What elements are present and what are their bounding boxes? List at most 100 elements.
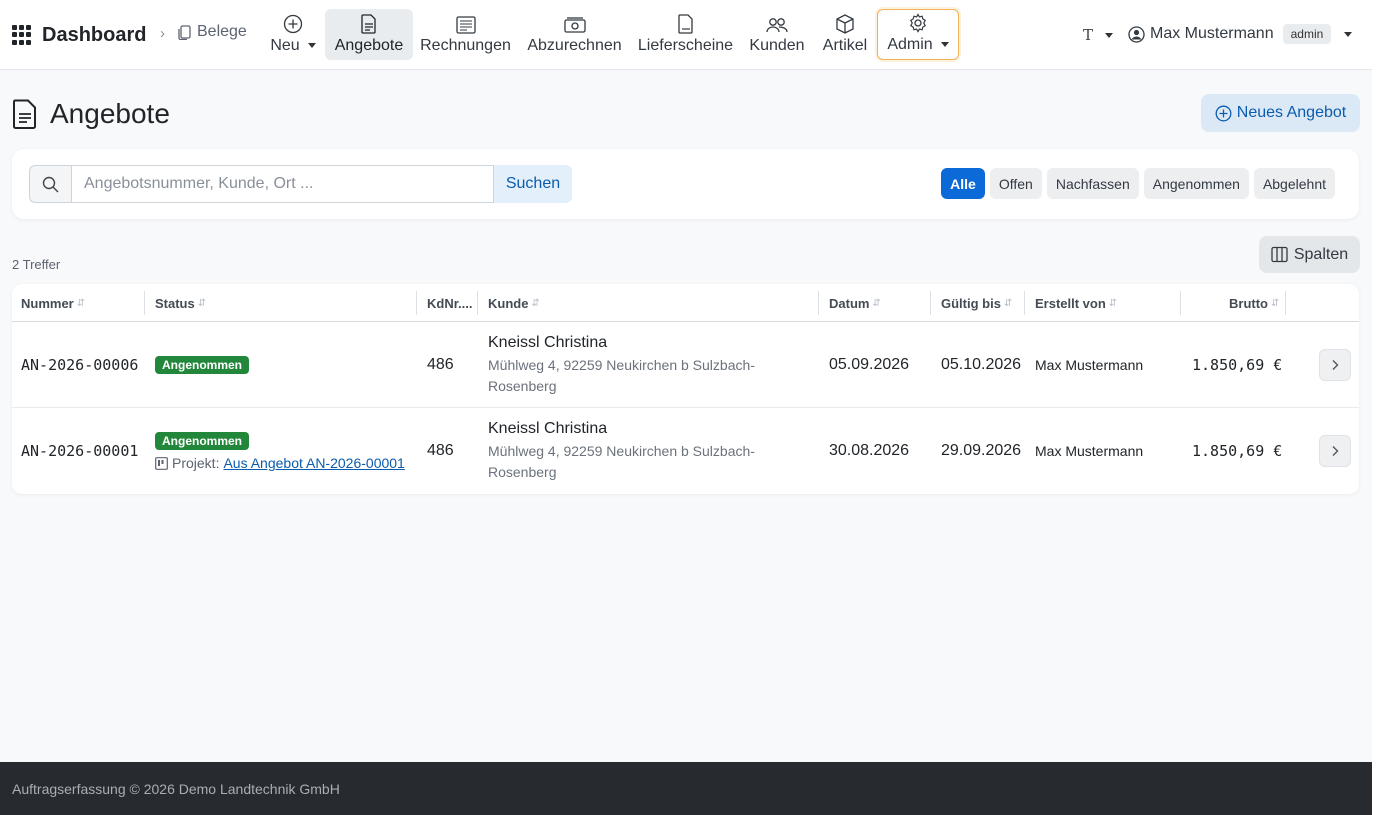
column-resize-handle[interactable] <box>416 291 417 315</box>
cell-nummer[interactable]: AN-2026-00001 <box>21 442 138 460</box>
col-label: Kunde <box>488 295 529 311</box>
column-resize-handle[interactable] <box>1024 291 1025 315</box>
customer-address: Mühlweg 4, 92259 Neukirchen b Sulzbach-R… <box>488 357 755 394</box>
nav-angebote[interactable]: Angebote <box>325 9 413 60</box>
filter-nachfassen[interactable]: Nachfassen <box>1046 168 1139 199</box>
chevron-right-icon: › <box>160 25 165 42</box>
cell-status: Angenommen Projekt: Aus Angebot AN-2026-… <box>155 432 405 471</box>
caret-down-icon <box>940 42 949 48</box>
user-menu-dropdown[interactable]: Max Mustermann admin <box>1128 24 1353 44</box>
col-nummer[interactable]: Nummer ⇵ <box>21 284 85 322</box>
language-label: T <box>1083 26 1094 44</box>
column-resize-handle[interactable] <box>930 291 931 315</box>
col-label: Status <box>155 295 195 311</box>
breadcrumb-label: Belege <box>197 23 247 40</box>
col-datum[interactable]: Datum ⇵ <box>829 284 881 322</box>
customer-name: Kneissl Christina <box>488 420 608 437</box>
columns-button[interactable]: Spalten <box>1259 236 1360 273</box>
customer-name: Kneissl Christina <box>488 334 608 351</box>
chevron-right-icon <box>1332 360 1339 370</box>
nav-angebote-label: Angebote <box>334 37 404 54</box>
nav-new-label: Neu <box>270 37 300 54</box>
user-name: Max Mustermann <box>1150 25 1274 42</box>
caret-down-icon <box>1105 32 1114 38</box>
col-status[interactable]: Status ⇵ <box>155 284 206 322</box>
breadcrumb-belege[interactable]: Belege <box>178 23 247 41</box>
scrollbar-track[interactable] <box>1372 0 1384 815</box>
brand-link[interactable]: Dashboard <box>12 20 146 50</box>
nav-rechnungen[interactable]: Rechnungen <box>416 9 515 60</box>
cell-gueltig: 29.09.2026 <box>941 442 1022 459</box>
cell-datum: 30.08.2026 <box>829 442 910 459</box>
box-icon <box>836 14 854 34</box>
column-resize-handle[interactable] <box>144 291 145 315</box>
document-text-icon <box>13 99 36 129</box>
language-dropdown[interactable]: T <box>1083 26 1114 44</box>
row-open-button[interactable] <box>1319 349 1351 381</box>
cell-erstellt: Max Mustermann <box>1035 443 1144 459</box>
chevron-right-icon <box>1332 446 1339 456</box>
filter-alle[interactable]: Alle <box>941 168 985 199</box>
nav-rechnungen-label: Rechnungen <box>420 37 511 54</box>
hit-count: 2 Treffer <box>12 257 61 272</box>
columns-icon <box>1271 246 1288 263</box>
cell-kdnr: 486 <box>427 356 454 373</box>
cell-datum: 05.09.2026 <box>829 356 910 373</box>
nav-lieferscheine[interactable]: Lieferscheine <box>633 9 738 60</box>
filter-offen[interactable]: Offen <box>989 168 1042 199</box>
project-link-line: Projekt: Aus Angebot AN-2026-00001 <box>155 455 405 471</box>
cell-brutto: 1.850,69 € <box>1192 356 1283 374</box>
table-header: Nummer ⇵ Status ⇵ KdNr.... Kunde ⇵ Datum ⇵ G… <box>12 284 1359 322</box>
col-label: Gültig bis <box>941 295 1001 311</box>
nav-new-dropdown[interactable]: Neu <box>264 9 322 60</box>
kanban-icon <box>155 456 168 470</box>
col-kunde[interactable]: Kunde ⇵ <box>488 284 540 322</box>
people-icon <box>766 18 788 33</box>
column-resize-handle[interactable] <box>1180 291 1181 315</box>
user-circle-icon <box>1128 25 1145 43</box>
offers-table: Nummer ⇵ Status ⇵ KdNr.... Kunde ⇵ Datum ⇵ G… <box>12 284 1359 494</box>
row-open-button[interactable] <box>1319 435 1351 467</box>
sort-icon: ⇵ <box>76 297 86 309</box>
status-badge: Angenommen <box>155 356 250 374</box>
caret-down-icon <box>307 43 316 49</box>
search-button[interactable]: Suchen <box>494 165 572 203</box>
table-row[interactable]: AN-2026-00001 Angenommen Projekt: Aus An… <box>12 408 1359 494</box>
brand-title: Dashboard <box>42 23 147 46</box>
table-row[interactable]: AN-2026-00006 Angenommen 486 Kneissl Chr… <box>12 322 1359 408</box>
nav-admin-dropdown[interactable]: Admin <box>877 9 959 60</box>
column-resize-handle[interactable] <box>1285 291 1286 315</box>
cell-nummer[interactable]: AN-2026-00006 <box>21 356 138 374</box>
sort-icon: ⇵ <box>1271 297 1280 309</box>
filter-abgelehnt[interactable]: Abgelehnt <box>1253 168 1335 199</box>
col-brutto[interactable]: Brutto ⇵ <box>1229 284 1279 322</box>
new-offer-button[interactable]: Neues Angebot <box>1201 94 1360 132</box>
plus-circle-icon <box>283 14 303 34</box>
search-input[interactable] <box>71 165 494 203</box>
nav-artikel[interactable]: Artikel <box>815 9 875 60</box>
column-resize-handle[interactable] <box>477 291 478 315</box>
nav-admin-label: Admin <box>887 36 933 53</box>
col-label: Brutto <box>1229 295 1268 311</box>
filter-angenommen[interactable]: Angenommen <box>1143 168 1249 199</box>
search-card: Suchen Alle Offen Nachfassen Angenommen … <box>12 149 1359 219</box>
footer: Auftragserfassung © 2026 Demo Landtechni… <box>0 762 1372 815</box>
sort-icon: ⇵ <box>872 297 881 309</box>
cell-brutto: 1.850,69 € <box>1192 442 1283 460</box>
col-label: Nummer <box>21 295 74 311</box>
column-resize-handle[interactable] <box>818 291 819 315</box>
cell-erstellt: Max Mustermann <box>1035 357 1144 373</box>
col-gueltig[interactable]: Gültig bis ⇵ <box>941 284 1012 322</box>
customer-address: Mühlweg 4, 92259 Neukirchen b Sulzbach-R… <box>488 443 755 480</box>
nav-kunden[interactable]: Kunden <box>744 9 810 60</box>
file-icon <box>677 14 693 34</box>
col-erstellt[interactable]: Erstellt von ⇵ <box>1035 284 1117 322</box>
project-link[interactable]: Aus Angebot AN-2026-00001 <box>223 455 404 471</box>
sort-icon: ⇵ <box>1003 297 1013 309</box>
sort-icon: ⇵ <box>1108 297 1118 309</box>
role-badge: admin <box>1282 24 1332 44</box>
nav-abzurechnen[interactable]: Abzurechnen <box>522 9 627 60</box>
caret-down-icon <box>1344 31 1353 37</box>
col-kdnr[interactable]: KdNr.... <box>427 284 473 322</box>
cell-kdnr: 486 <box>427 442 454 459</box>
